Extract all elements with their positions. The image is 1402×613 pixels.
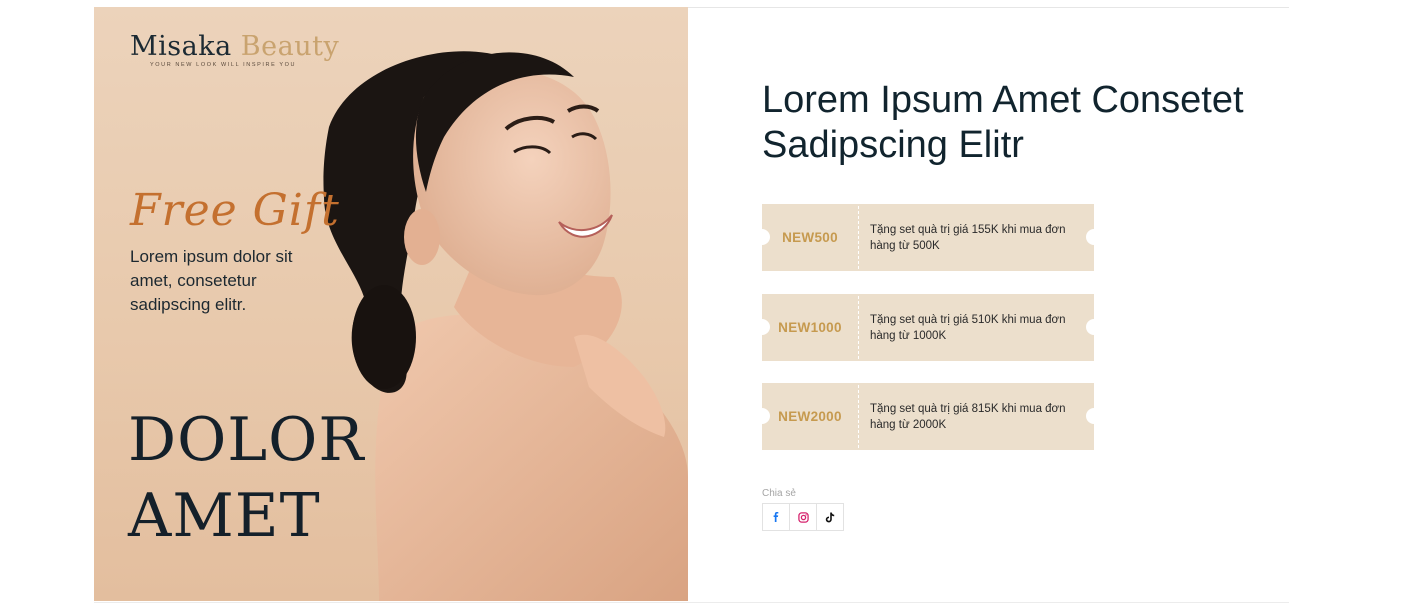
free-gift-heading: Free Gift — [130, 185, 340, 236]
bottom-divider — [94, 602, 1289, 603]
coupon-description: Tặng set quà trị giá 510K khi mua đơn hà… — [870, 313, 1066, 342]
tiktok-icon — [825, 512, 835, 522]
banner-headline-line2: AMET — [128, 481, 321, 551]
share-buttons — [762, 503, 844, 531]
coupon-notch-left — [754, 408, 770, 424]
share-instagram-button[interactable] — [789, 503, 817, 531]
share-tiktok-button[interactable] — [816, 503, 844, 531]
coupon-description: Tặng set quà trị giá 815K khi mua đơn hà… — [870, 402, 1066, 431]
coupon-card[interactable]: NEW2000 Tặng set quà trị giá 815K khi mu… — [754, 383, 1102, 450]
coupon-notch-left — [754, 319, 770, 335]
coupon-card[interactable]: NEW500 Tặng set quà trị giá 155K khi mua… — [754, 204, 1102, 271]
coupon-notch-left — [754, 229, 770, 245]
banner-description: Lorem ipsum dolor sit amet, consetetur s… — [130, 247, 293, 314]
brand-name: Misaka Beauty — [130, 31, 339, 62]
coupon-code[interactable]: NEW1000 — [762, 320, 858, 335]
brand-logo: Misaka Beauty YOUR NEW LOOK WILL INSPIRE… — [130, 31, 339, 68]
brand-tagline: YOUR NEW LOOK WILL INSPIRE YOU — [150, 62, 297, 68]
coupon-notch-right — [1086, 408, 1102, 424]
coupon-card[interactable]: NEW1000 Tặng set quà trị giá 510K khi mu… — [754, 294, 1102, 361]
coupon-code[interactable]: NEW2000 — [762, 409, 858, 424]
share-label: Chia sẻ — [762, 488, 796, 499]
instagram-icon — [797, 511, 809, 523]
share-facebook-button[interactable] — [762, 503, 790, 531]
top-divider — [688, 7, 1289, 8]
promo-banner-image: Misaka Beauty YOUR NEW LOOK WILL INSPIRE… — [94, 7, 688, 601]
product-title: Lorem Ipsum Amet Consetet Sadipscing Eli… — [762, 79, 1244, 166]
banner-headline-line1: DOLOR — [128, 405, 365, 475]
brand-name-accent: Beauty — [240, 31, 340, 62]
facebook-icon — [773, 512, 779, 522]
coupon-notch-right — [1086, 229, 1102, 245]
coupon-notch-right — [1086, 319, 1102, 335]
banner-headline: DOLOR AMET — [128, 402, 365, 554]
coupon-description: Tặng set quà trị giá 155K khi mua đơn hà… — [870, 223, 1066, 252]
brand-name-main: Misaka — [130, 31, 232, 62]
coupon-code[interactable]: NEW500 — [762, 230, 858, 245]
